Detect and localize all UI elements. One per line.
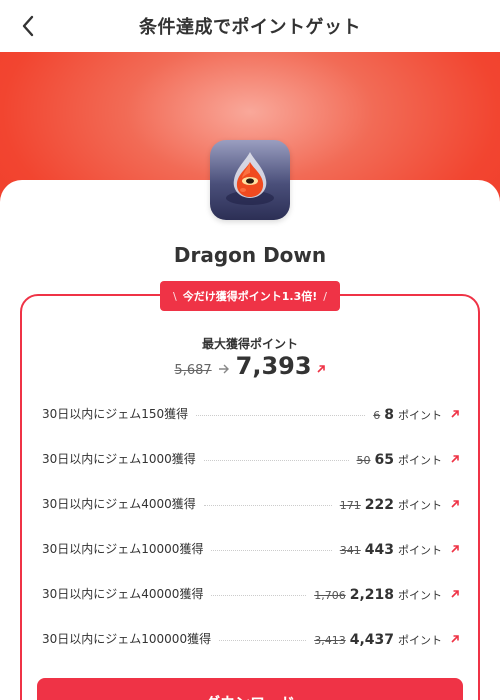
- dotted-leader: [219, 640, 307, 641]
- dotted-leader: [211, 595, 307, 596]
- back-button[interactable]: [14, 12, 42, 40]
- task-points-unit: ポイント: [398, 589, 442, 602]
- dotted-leader: [203, 460, 349, 461]
- task-points-unit: ポイント: [398, 454, 442, 467]
- task-label: 30日以内にジェム10000獲得: [42, 542, 204, 556]
- promo-badge: \ 今だけ獲得ポイント1.3倍! /: [160, 281, 340, 311]
- task-label: 30日以内にジェム1000獲得: [42, 452, 196, 466]
- dotted-leader: [196, 415, 366, 416]
- task-points-old: 1,706: [314, 589, 346, 602]
- task-points-old: 50: [356, 454, 371, 467]
- arrow-up-right-icon: [450, 449, 460, 468]
- header-bar: 条件達成でポイントゲット: [0, 0, 500, 52]
- task-label: 30日以内にジェム40000獲得: [42, 587, 204, 601]
- arrow-right-icon: [218, 362, 230, 378]
- task-label: 30日以内にジェム150獲得: [42, 407, 189, 421]
- arrow-up-right-icon: [450, 404, 460, 423]
- download-button[interactable]: ダウンロード: [37, 678, 463, 700]
- task-points-unit: ポイント: [398, 544, 442, 557]
- promo-slash-right: /: [323, 289, 327, 303]
- task-label: 30日以内にジェム4000獲得: [42, 497, 196, 511]
- task-points: 3,413 4,437 ポイント: [314, 629, 460, 648]
- task-points-new: 2,218: [349, 587, 394, 603]
- max-points-new: 7,393: [235, 352, 312, 380]
- task-points: 50 65 ポイント: [357, 449, 460, 468]
- task-points-unit: ポイント: [398, 634, 442, 647]
- arrow-up-right-icon: [450, 629, 460, 648]
- task-points-old: 171: [339, 499, 361, 512]
- arrow-up-right-icon: [450, 539, 460, 558]
- app-icon: [210, 140, 290, 220]
- task-row: 30日以内にジェム150獲得 6 8 ポイント: [42, 391, 460, 436]
- task-row: 30日以内にジェム100000獲得 3,413 4,437 ポイント: [42, 616, 460, 661]
- task-points-unit: ポイント: [398, 499, 442, 512]
- task-row: 30日以内にジェム10000獲得 341 443 ポイント: [42, 526, 460, 571]
- chevron-left-icon: [22, 15, 34, 37]
- task-points-old: 341: [339, 544, 361, 557]
- dotted-leader: [211, 550, 332, 551]
- max-points-old: 5,687: [174, 363, 212, 378]
- arrow-up-right-icon: [450, 494, 460, 513]
- promo-label: 今だけ獲得ポイント1.3倍!: [182, 290, 318, 303]
- task-row: 30日以内にジェム1000獲得 50 65 ポイント: [42, 436, 460, 481]
- task-points-new: 65: [374, 452, 394, 468]
- task-row: 30日以内にジェム4000獲得 171 222 ポイント: [42, 481, 460, 526]
- task-points: 1,706 2,218 ポイント: [314, 584, 460, 603]
- max-points-row: 5,687 7,393: [0, 352, 500, 380]
- max-points-label: 最大獲得ポイント: [201, 337, 298, 351]
- task-row: 30日以内にジェム40000獲得 1,706 2,218 ポイント: [42, 571, 460, 616]
- task-points-old: 3,413: [314, 634, 346, 647]
- task-points: 171 222 ポイント: [340, 494, 460, 513]
- promo-slash-left: \: [173, 289, 177, 303]
- task-points: 341 443 ポイント: [340, 539, 460, 558]
- task-points-new: 443: [364, 542, 394, 558]
- task-label: 30日以内にジェム100000獲得: [42, 632, 212, 646]
- dotted-leader: [203, 505, 332, 506]
- app-name: Dragon Down: [173, 243, 327, 267]
- task-points: 6 8 ポイント: [373, 404, 460, 423]
- dragon-mascot-icon: [226, 152, 274, 205]
- task-points-new: 8: [384, 407, 394, 423]
- task-points-new: 222: [364, 497, 394, 513]
- task-points-new: 4,437: [349, 632, 394, 648]
- page-title: 条件達成でポイントゲット: [139, 17, 361, 38]
- arrow-up-right-icon: [450, 584, 460, 603]
- task-list: 30日以内にジェム150獲得 6 8 ポイント 30日以内にジェム1000獲得 …: [42, 391, 460, 661]
- task-points-old: 6: [373, 409, 381, 422]
- task-points-unit: ポイント: [398, 409, 442, 422]
- arrow-up-right-icon: [316, 364, 326, 374]
